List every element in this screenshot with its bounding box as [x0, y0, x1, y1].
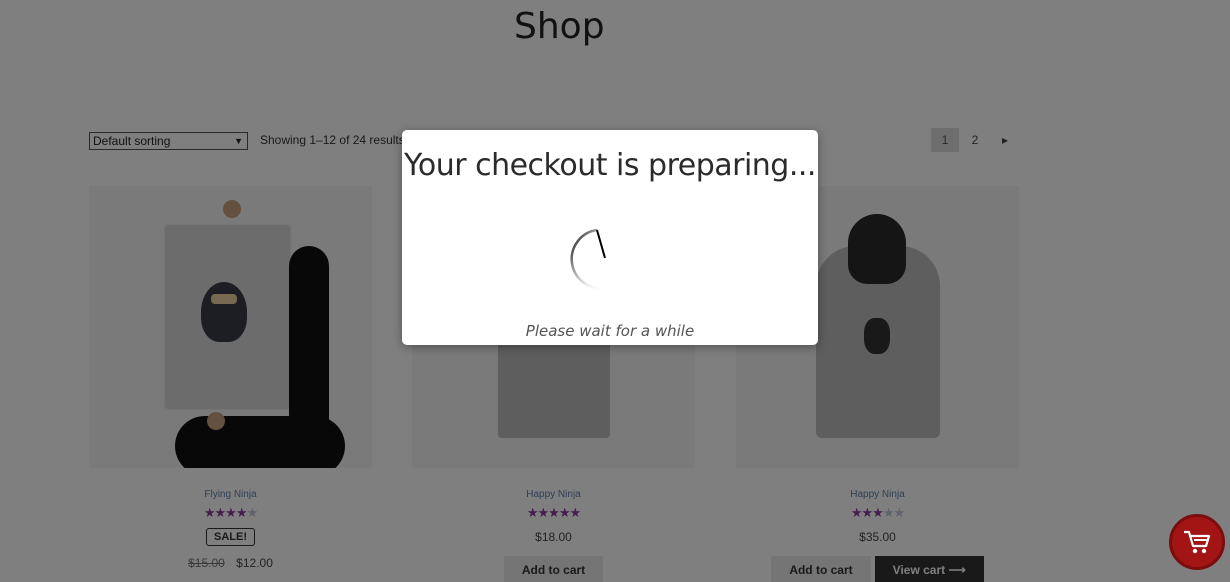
checkout-loading-modal: Your checkout is preparing... Please wai… [402, 130, 818, 345]
mini-cart-button[interactable] [1169, 514, 1225, 570]
modal-message: Please wait for a while [525, 322, 695, 340]
shopping-cart-icon [1184, 530, 1211, 554]
loading-spinner-icon [570, 228, 606, 290]
modal-title: Your checkout is preparing... [404, 148, 816, 183]
